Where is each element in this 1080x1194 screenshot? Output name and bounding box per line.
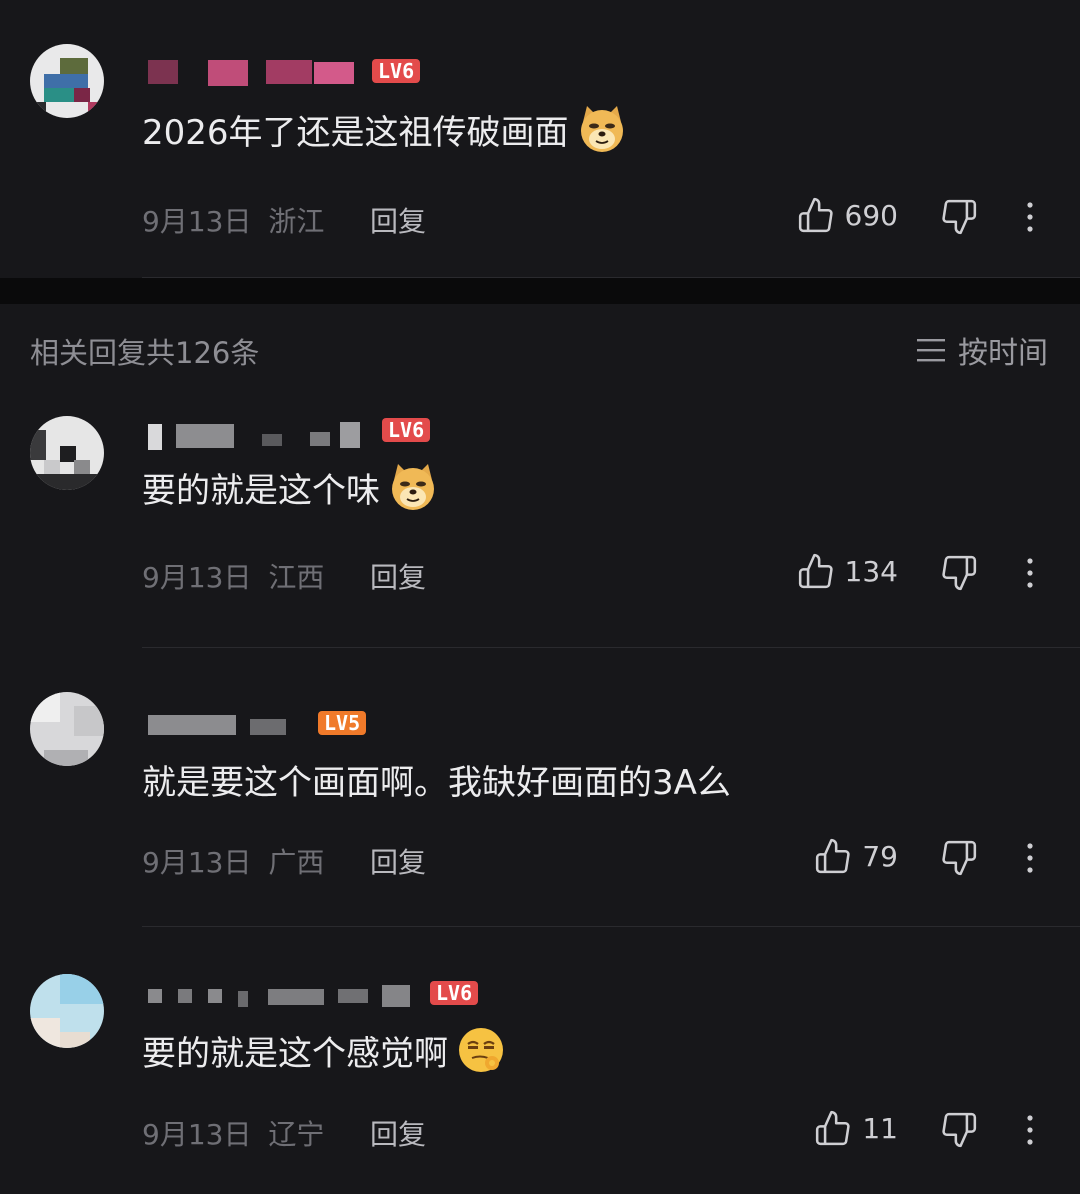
level-badge: LV6: [372, 59, 421, 83]
thumbs-down-icon[interactable]: [940, 554, 978, 592]
reply-button[interactable]: 回复: [370, 1113, 426, 1153]
thumbs-up-icon: [797, 196, 835, 234]
like-button[interactable]: 11: [814, 1109, 898, 1147]
comment-region: 广西: [268, 846, 325, 879]
avatar[interactable]: [30, 416, 104, 490]
comment-text: 要的就是这个感觉啊: [142, 1025, 506, 1075]
divider: [142, 277, 1080, 278]
comment-text-content: 要的就是这个感觉啊: [142, 1033, 448, 1074]
comment-meta: 9月13日 辽宁: [142, 1113, 324, 1153]
level-badge: LV6: [382, 418, 431, 442]
comment-date: 9月13日: [142, 561, 252, 594]
replies-header: 相关回复共126条 按时间: [0, 304, 1080, 392]
like-count: 690: [844, 198, 898, 232]
thumbs-up-icon: [814, 837, 852, 875]
like-count: 79: [862, 839, 898, 873]
thumbs-down-icon[interactable]: [940, 198, 978, 236]
comment-text-content: 2026年了还是这祖传破画面: [142, 112, 569, 153]
like-button[interactable]: 79: [814, 837, 898, 875]
avatar[interactable]: [30, 692, 104, 766]
avatar[interactable]: [30, 44, 104, 118]
more-options-icon[interactable]: [1018, 200, 1042, 234]
comment-region: 辽宁: [268, 1118, 325, 1151]
section-separator: [0, 278, 1080, 304]
username-redacted[interactable]: [142, 709, 312, 739]
comment-region: 江西: [268, 561, 325, 594]
like-count: 11: [862, 1111, 898, 1145]
reply-item: LV5 就是要这个画面啊。我缺好画面的3A么 9月13日 广西 回复 79: [0, 647, 1080, 927]
thumbs-down-icon[interactable]: [940, 1111, 978, 1149]
main-comment: LV6 2026年了还是这祖传破画面 9月13日 浙江 回复 690: [0, 0, 1080, 278]
thumbs-up-icon: [814, 1109, 852, 1147]
avatar[interactable]: [30, 974, 104, 1048]
comment-text: 就是要这个画面啊。我缺好画面的3A么: [142, 755, 731, 804]
username-redacted[interactable]: [142, 981, 412, 1011]
reply-button[interactable]: 回复: [370, 556, 426, 596]
thumbs-down-icon[interactable]: [940, 839, 978, 877]
sort-label: 按时间: [958, 336, 1048, 371]
like-button[interactable]: 690: [797, 196, 898, 234]
like-count: 134: [844, 554, 898, 588]
username-redacted[interactable]: [142, 420, 362, 450]
reply-item: LV6 要的就是这个感觉啊 9月13日 辽宁 回复 11: [0, 927, 1080, 1194]
list-sort-icon: [917, 339, 945, 362]
comment-text: 要的就是这个味: [142, 462, 438, 512]
comment-text-content: 就是要这个画面啊。我缺好画面的3A么: [142, 763, 731, 803]
more-options-icon[interactable]: [1018, 841, 1042, 875]
comment-meta: 9月13日 浙江: [142, 200, 324, 240]
comment-date: 9月13日: [142, 846, 252, 879]
comment-meta: 9月13日 江西: [142, 556, 324, 596]
comment-date: 9月13日: [142, 1118, 252, 1151]
comment-date: 9月13日: [142, 205, 252, 238]
like-button[interactable]: 134: [797, 552, 898, 590]
doge-icon: [392, 464, 434, 510]
comment-meta: 9月13日 广西: [142, 841, 324, 881]
reply-button[interactable]: 回复: [370, 841, 426, 881]
comment-text: 2026年了还是这祖传破画面: [142, 104, 627, 154]
reply-button[interactable]: 回复: [370, 200, 426, 240]
comment-text-content: 要的就是这个味: [142, 470, 380, 511]
reply-count: 相关回复共126条: [30, 336, 260, 370]
comment-region: 浙江: [268, 205, 325, 238]
username-redacted[interactable]: [142, 58, 372, 88]
sort-toggle[interactable]: 按时间: [916, 328, 1048, 372]
more-options-icon[interactable]: [1018, 556, 1042, 590]
thumbs-up-icon: [797, 552, 835, 590]
level-badge: LV6: [430, 981, 479, 1005]
level-badge: LV5: [318, 711, 367, 735]
more-options-icon[interactable]: [1018, 1113, 1042, 1147]
smirk-emoji-icon: [459, 1028, 503, 1072]
doge-icon: [580, 106, 623, 152]
